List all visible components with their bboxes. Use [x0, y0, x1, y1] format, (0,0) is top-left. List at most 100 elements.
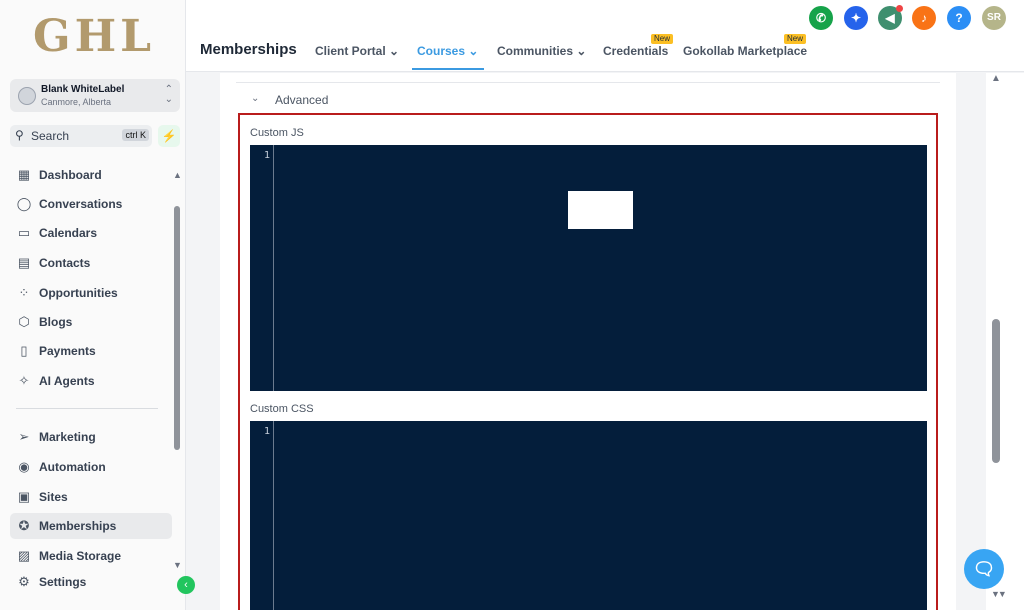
sidebar-divider — [16, 408, 158, 409]
contacts-icon: ▤ — [17, 255, 31, 270]
account-avatar-icon — [18, 87, 36, 105]
advanced-section-toggle[interactable]: Advanced — [275, 93, 328, 107]
tab-label: Communities — [497, 44, 574, 58]
editor-gutter — [273, 421, 274, 610]
chevron-down-icon[interactable]: ⌄ — [251, 93, 259, 104]
feedback-chat-button[interactable]: 🗨 — [964, 549, 1004, 589]
sidebar-item-label: Blogs — [39, 315, 73, 329]
line-number: 1 — [264, 150, 271, 161]
sidebar-item-memberships[interactable]: ✪ Memberships — [10, 513, 172, 539]
sidebar-item-label: AI Agents — [39, 374, 95, 388]
bell-icon[interactable]: ♪ — [912, 6, 936, 30]
sidebar-item-calendars[interactable]: ▭ Calendars — [10, 220, 172, 246]
sidebar-item-label: Marketing — [39, 430, 96, 444]
sparkle-icon: ✧ — [18, 373, 30, 388]
search-shortcut: ctrl K — [122, 129, 149, 141]
custom-css-editor[interactable]: 1 — [250, 421, 927, 610]
chevron-down-icon: ⌄ — [389, 44, 400, 58]
sidebar-item-label: Settings — [39, 575, 87, 589]
chevron-down-icon: ⌄ — [576, 44, 587, 58]
receipt-icon: ▯ — [20, 343, 28, 358]
search-placeholder: Search — [31, 129, 70, 143]
sidebar-item-dashboard[interactable]: ▦ Dashboard — [10, 162, 172, 188]
sidebar-item-marketing[interactable]: ➢ Marketing — [10, 424, 172, 450]
top-bar: ✆ ✦ ◀ ♪ ? SR Memberships Client Portal ⌄… — [186, 0, 1024, 72]
sidebar-item-payments[interactable]: ▯ Payments — [10, 338, 172, 364]
tab-label: Client Portal — [315, 44, 386, 58]
sidebar-scrollbar[interactable] — [174, 206, 180, 450]
tab-label: Courses — [417, 44, 466, 58]
send-icon: ➢ — [18, 429, 30, 444]
search-icon: ⚲ — [15, 128, 24, 142]
tab-courses[interactable]: Courses ⌄ — [417, 44, 478, 58]
grid-icon: ▦ — [17, 167, 31, 182]
main-content: ⌄ Advanced Custom JS 1 Custom CSS 1 — [220, 73, 956, 610]
sidebar-item-label: Payments — [39, 344, 96, 358]
automation-icon: ◉ — [18, 459, 30, 474]
sidebar-item-automation[interactable]: ◉ Automation — [10, 454, 172, 480]
chat-icon: ◯ — [16, 196, 32, 211]
tab-label: Gokollab Marketplace — [683, 44, 808, 58]
sidebar-scroll-up-icon[interactable]: ▲ — [173, 170, 182, 180]
sidebar-item-opportunities[interactable]: ⁘ Opportunities — [10, 280, 172, 306]
sidebar-item-label: Calendars — [39, 226, 98, 240]
scroll-down-icon[interactable]: ▼▼ — [991, 589, 1007, 599]
tab-gokollab-marketplace[interactable]: Gokollab Marketplace — [683, 44, 807, 58]
sidebar-scroll-down-icon[interactable]: ▼ — [173, 560, 182, 570]
award-icon: ✪ — [18, 518, 30, 533]
account-name: Blank WhiteLabel — [41, 84, 125, 95]
sidebar-item-settings[interactable]: ⚙ Settings — [10, 569, 172, 595]
sidebar-item-label: Conversations — [39, 197, 123, 211]
gear-icon: ⚙ — [18, 574, 30, 589]
sidebar-item-label: Media Storage — [39, 549, 122, 563]
sidebar-item-media-storage[interactable]: ▨ Media Storage — [10, 543, 172, 569]
brand-logo[interactable]: GHL — [33, 12, 157, 62]
phone-icon[interactable]: ✆ — [809, 6, 833, 30]
sidebar-item-label: Dashboard — [39, 168, 102, 182]
cube-icon: ⬡ — [18, 314, 30, 329]
quick-action-bolt-icon[interactable]: ⚡ — [158, 125, 180, 147]
help-icon[interactable]: ? — [947, 6, 971, 30]
scrollbar-thumb[interactable] — [992, 319, 1000, 463]
sidebar-item-sites[interactable]: ▣ Sites — [10, 484, 172, 510]
account-switcher[interactable]: Blank WhiteLabel Canmore, Alberta ⌃ ⌄ — [10, 79, 180, 112]
calendar-icon: ▭ — [17, 225, 31, 240]
tab-credentials[interactable]: Credentials — [603, 44, 668, 58]
sidebar-item-label: Contacts — [39, 256, 91, 270]
chevron-updown-icon: ⌃ ⌄ — [164, 84, 173, 105]
sidebar-item-ai-agents[interactable]: ✧ AI Agents — [10, 368, 172, 394]
chevron-down-icon: ⌄ — [468, 44, 479, 58]
page-title: Memberships — [200, 41, 297, 58]
sidebar-item-contacts[interactable]: ▤ Contacts — [10, 250, 172, 276]
new-badge: New — [651, 34, 674, 44]
custom-js-editor[interactable]: 1 — [250, 145, 927, 391]
user-avatar[interactable]: SR — [982, 6, 1006, 30]
new-badge: New — [784, 34, 807, 44]
notification-dot-icon — [896, 5, 903, 12]
sidebar-item-conversations[interactable]: ◯ Conversations — [10, 191, 172, 217]
redacted-block — [568, 191, 633, 229]
tab-communities[interactable]: Communities ⌄ — [497, 44, 586, 58]
editor-gutter — [273, 145, 274, 391]
sidebar-item-label: Sites — [39, 490, 68, 504]
ai-sparkle-icon[interactable]: ✦ — [844, 6, 868, 30]
sidebar-item-label: Opportunities — [39, 286, 118, 300]
sidebar-item-label: Memberships — [39, 519, 117, 533]
account-location: Canmore, Alberta — [41, 97, 112, 107]
image-icon: ▨ — [17, 548, 31, 563]
collapse-sidebar-button[interactable]: ‹ — [177, 576, 195, 594]
sidebar-item-blogs[interactable]: ⬡ Blogs — [10, 309, 172, 335]
tab-client-portal[interactable]: Client Portal ⌄ — [315, 44, 399, 58]
tab-label: Credentials — [603, 44, 669, 58]
sites-icon: ▣ — [17, 489, 31, 504]
page-scrollbar[interactable]: ▲ ▼▼ — [986, 73, 1024, 610]
active-tab-indicator — [412, 68, 484, 70]
scroll-up-icon[interactable]: ▲ — [991, 73, 1001, 84]
custom-js-label: Custom JS — [250, 127, 304, 139]
search-input[interactable]: ⚲ Search ctrl K — [10, 125, 152, 147]
line-number: 1 — [264, 426, 271, 437]
custom-code-highlight: Custom JS 1 Custom CSS 1 — [238, 113, 938, 610]
sidebar: GHL Blank WhiteLabel Canmore, Alberta ⌃ ⌄… — [0, 0, 186, 610]
custom-css-label: Custom CSS — [250, 403, 314, 415]
sidebar-item-label: Automation — [39, 460, 106, 474]
